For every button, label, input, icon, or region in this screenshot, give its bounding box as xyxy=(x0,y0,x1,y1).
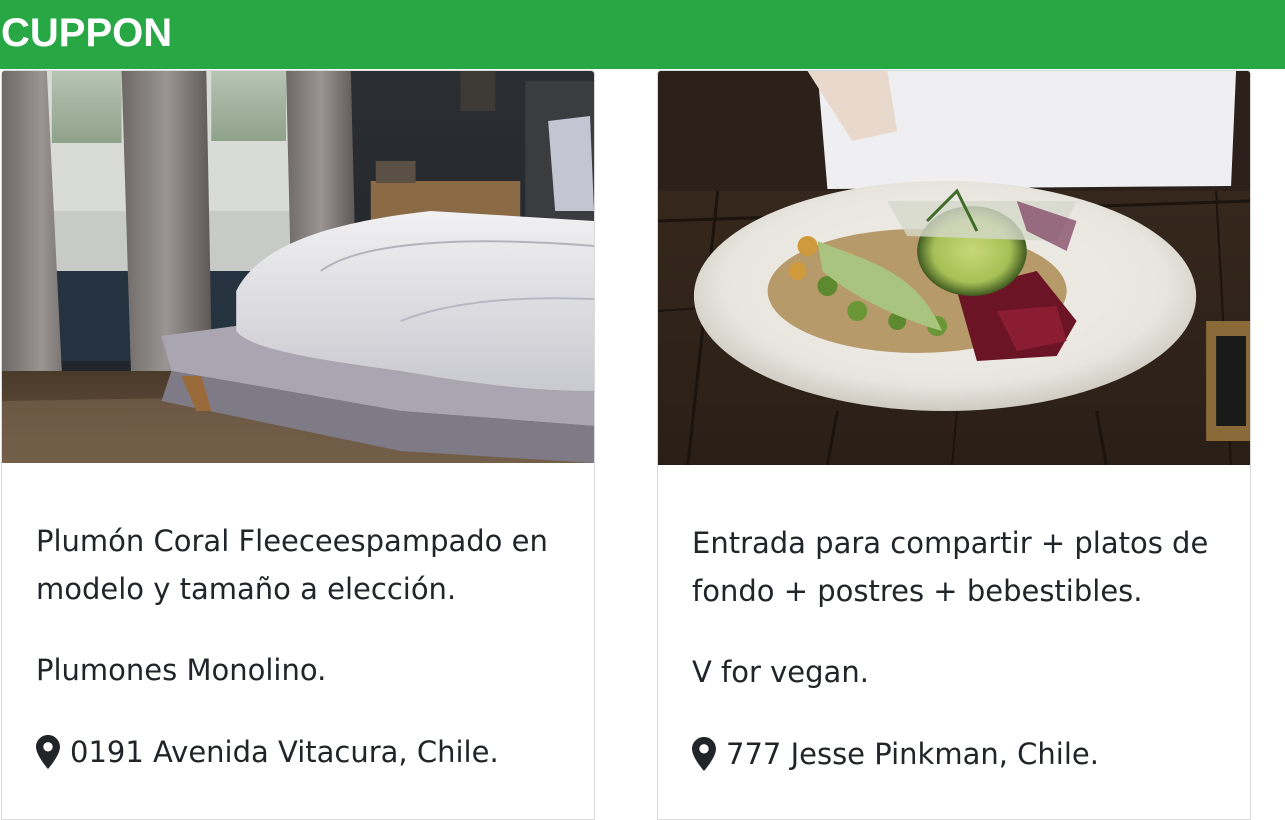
bedroom-photo xyxy=(2,71,594,463)
coupon-description: Entrada para compartir + platos de fondo… xyxy=(692,526,1209,608)
address: 0191 Avenida Vitacura, Chile. xyxy=(36,728,574,776)
card-image-vegan-bowl[interactable] xyxy=(658,71,1250,465)
card-body: Entrada para compartir + platos de fondo… xyxy=(692,519,1230,778)
address-text: 0191 Avenida Vitacura, Chile. xyxy=(70,735,499,769)
merchant-name: V for vegan. xyxy=(692,655,869,689)
map-marker-icon xyxy=(36,735,60,769)
navbar: CUPPON xyxy=(0,0,1285,69)
card-image-bedroom[interactable] xyxy=(2,71,594,463)
merchant-name: Plumones Monolino. xyxy=(36,653,327,687)
card-body: Plumón Coral Fleeceespampado en modelo y… xyxy=(36,517,574,776)
brand-logo[interactable]: CUPPON xyxy=(0,11,172,56)
address-text: 777 Jesse Pinkman, Chile. xyxy=(726,737,1099,771)
map-marker-icon xyxy=(692,737,716,771)
address: 777 Jesse Pinkman, Chile. xyxy=(692,730,1230,778)
coupon-card[interactable]: Plumón Coral Fleeceespampado en modelo y… xyxy=(1,70,595,820)
vegan-bowl-photo xyxy=(658,71,1250,465)
coupon-description: Plumón Coral Fleeceespampado en modelo y… xyxy=(36,524,548,606)
coupon-card[interactable]: Entrada para compartir + platos de fondo… xyxy=(657,70,1251,820)
